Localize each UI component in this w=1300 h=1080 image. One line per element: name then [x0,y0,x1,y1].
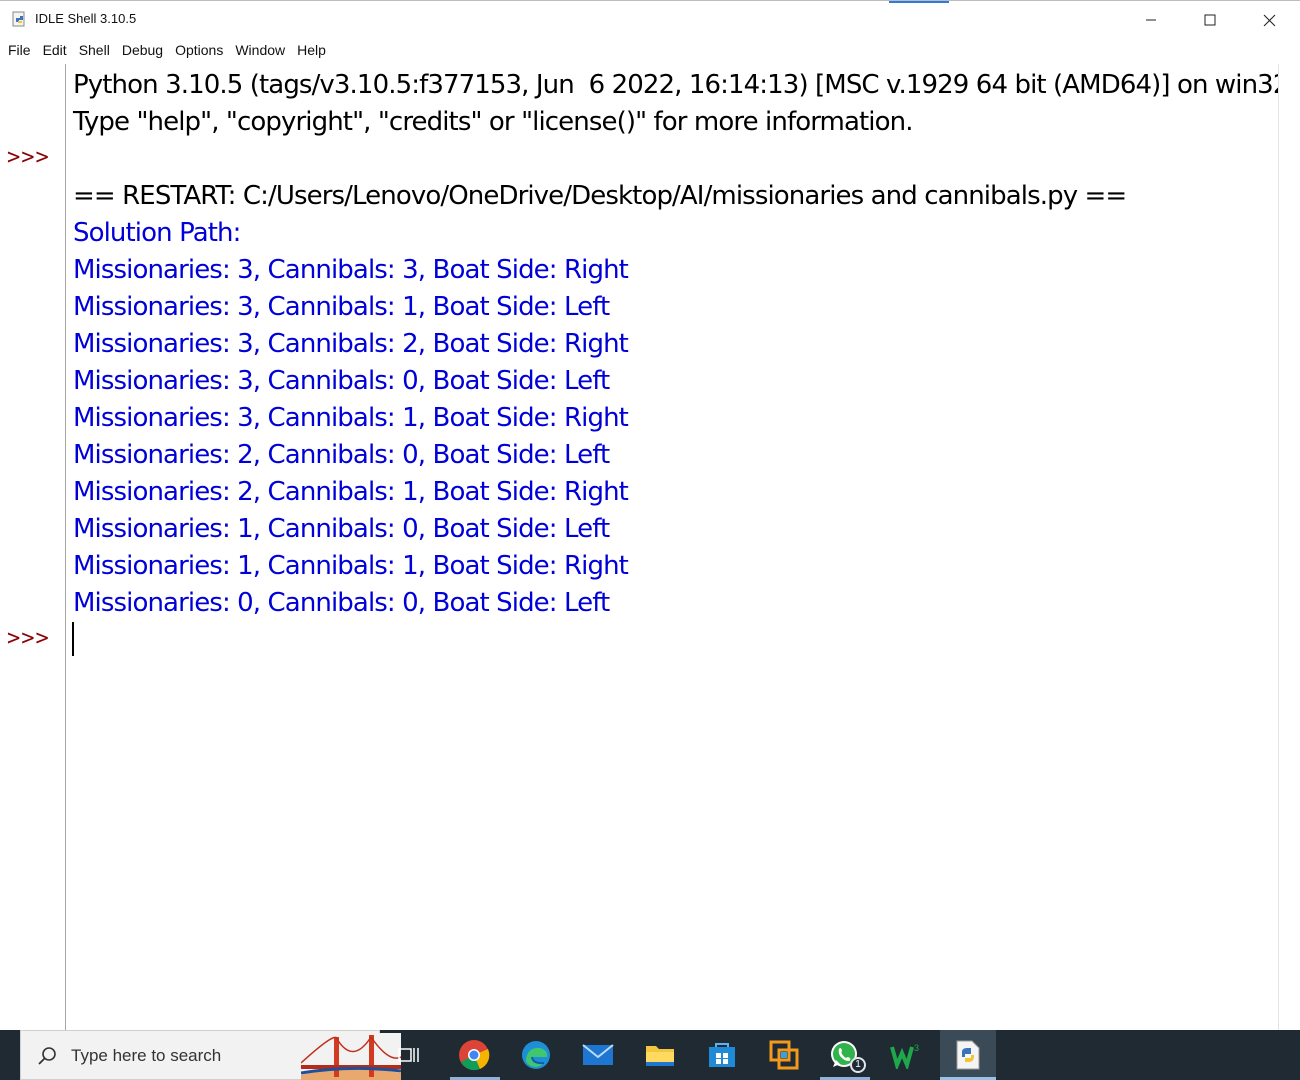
task-view-icon [398,1048,419,1062]
shell-prompt: >>> [7,145,50,170]
chrome-button[interactable] [455,1037,493,1073]
vmware-icon [769,1040,799,1070]
minimize-button[interactable] [1122,1,1180,39]
golden-gate-bridge-icon [301,1033,401,1080]
file-explorer-icon [646,1046,674,1066]
start-button[interactable] [0,1030,20,1080]
mail-icon [582,1044,614,1065]
menu-edit[interactable]: Edit [37,38,73,62]
output-line: Missionaries: 1, Cannibals: 0, Boat Side… [73,514,610,544]
menu-bar: File Edit Shell Debug Options Window Hel… [0,38,1300,62]
whatsapp-notification-badge: 1 [850,1057,866,1073]
store-icon [709,1043,735,1067]
menu-debug[interactable]: Debug [116,38,169,62]
output-title: Solution Path: [73,218,241,248]
python-idle-taskbar-button[interactable] [949,1037,987,1073]
menu-window[interactable]: Window [229,38,291,62]
prompt-gutter: >>> >>> [0,64,66,1030]
edge-icon [522,1041,550,1069]
title-bar-accent [889,1,949,3]
maximize-icon [1204,14,1216,26]
python-idle-app-icon [12,11,25,27]
banner-help-line: Type "help", "copyright", "credits" or "… [73,107,913,137]
output-line: Missionaries: 3, Cannibals: 1, Boat Side… [73,403,629,433]
shell-text-area[interactable]: Python 3.10.5 (tags/v3.10.5:f377153, Jun… [67,64,1289,1030]
menu-options[interactable]: Options [169,38,229,62]
restart-line: == RESTART: C:/Users/Lenovo/OneDrive/Des… [73,181,1127,211]
wps-button[interactable]: 3 [888,1037,926,1073]
python-idle-icon [956,1040,980,1070]
edge-button[interactable] [517,1037,555,1073]
taskbar-search-box[interactable]: Type here to search [20,1030,401,1080]
title-bar: IDLE Shell 3.10.5 [0,0,1300,38]
close-button[interactable] [1240,1,1298,39]
window-title: IDLE Shell 3.10.5 [35,11,137,26]
wps-icon: 3 [890,1043,919,1069]
whatsapp-button[interactable]: 1 [826,1037,866,1073]
output-line: Missionaries: 2, Cannibals: 0, Boat Side… [73,440,610,470]
menu-help[interactable]: Help [291,38,332,62]
taskbar: Type here to search 1 3 [0,1030,1300,1080]
output-line: Missionaries: 3, Cannibals: 0, Boat Side… [73,366,610,396]
vmware-button[interactable] [765,1037,803,1073]
output-line: Missionaries: 1, Cannibals: 1, Boat Side… [73,551,629,581]
search-icon [38,1047,56,1065]
shell-prompt-active: >>> [7,626,50,651]
text-cursor [72,622,74,656]
vertical-scrollbar[interactable] [1278,64,1300,1030]
mail-button[interactable] [579,1037,617,1073]
maximize-button[interactable] [1181,1,1239,39]
search-placeholder: Type here to search [71,1046,222,1065]
banner-version-line: Python 3.10.5 (tags/v3.10.5:f377153, Jun… [73,70,1289,100]
chrome-icon [459,1040,490,1071]
task-view-button[interactable] [390,1037,428,1073]
close-icon [1263,14,1275,26]
file-explorer-button[interactable] [641,1037,679,1073]
output-line: Missionaries: 3, Cannibals: 3, Boat Side… [73,255,629,285]
output-line: Missionaries: 0, Cannibals: 0, Boat Side… [73,588,610,618]
output-line: Missionaries: 3, Cannibals: 1, Boat Side… [73,292,610,322]
svg-text:3: 3 [914,1043,919,1053]
minimize-icon [1146,19,1156,21]
store-button[interactable] [703,1037,741,1073]
output-line: Missionaries: 2, Cannibals: 1, Boat Side… [73,477,629,507]
menu-file[interactable]: File [2,38,37,62]
menu-shell[interactable]: Shell [73,38,116,62]
output-line: Missionaries: 3, Cannibals: 2, Boat Side… [73,329,629,359]
